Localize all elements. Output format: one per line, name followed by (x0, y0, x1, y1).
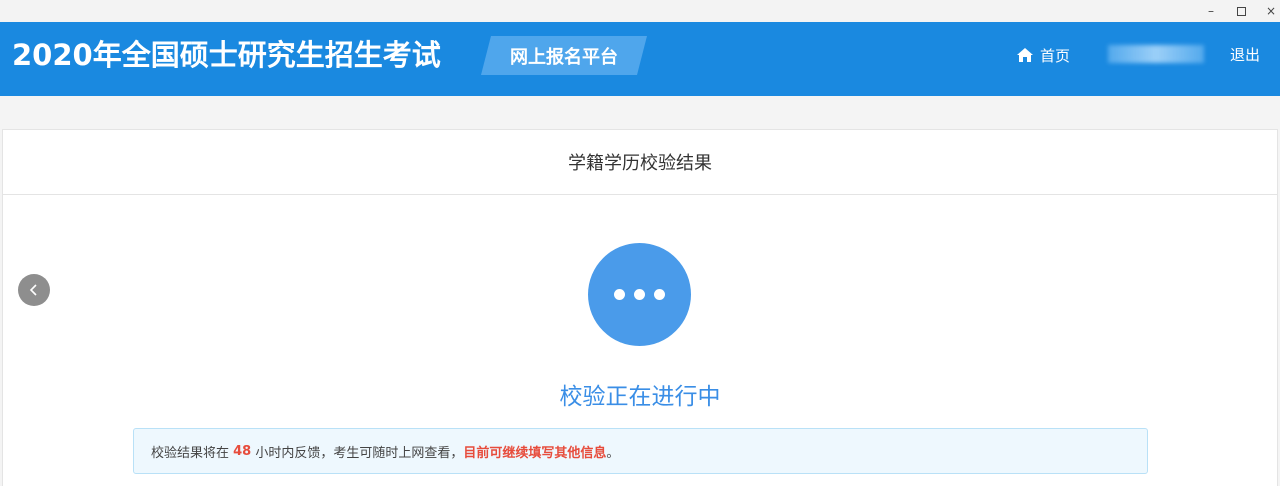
chevron-left-icon (29, 284, 37, 296)
platform-tag: 网上报名平台 (481, 36, 647, 75)
notice-text-before: 校验结果将在 (151, 445, 234, 461)
close-button[interactable]: × (1256, 0, 1280, 22)
maximize-button[interactable] (1226, 0, 1256, 22)
notice-box: 校验结果将在 48 小时内反馈，考生可随时上网查看， 目前可继续填写其他信息 。 (133, 428, 1148, 474)
user-name-redacted (1108, 45, 1204, 63)
notice-text-end: 。 (606, 445, 620, 461)
close-icon: × (1265, 4, 1277, 18)
panel-title: 学籍学历校验结果 (3, 130, 1277, 195)
header-bar: 2020年全国硕士研究生招生考试 网上报名平台 首页 退出 (0, 22, 1280, 96)
logout-link[interactable]: 退出 (1230, 44, 1260, 66)
status-text: 校验正在进行中 (559, 384, 721, 410)
home-link[interactable]: 首页 (1016, 44, 1070, 66)
back-button[interactable] (18, 274, 50, 306)
window-titlebar: – × (0, 0, 1280, 22)
maximize-icon (1236, 6, 1246, 16)
platform-tag-label: 网上报名平台 (510, 46, 618, 68)
minimize-button[interactable]: – (1196, 0, 1226, 22)
home-link-label: 首页 (1040, 46, 1071, 65)
notice-highlight: 目前可继续填写其他信息 (463, 445, 607, 461)
home-icon (1017, 48, 1033, 62)
minimize-icon: – (1208, 4, 1214, 18)
result-panel: 学籍学历校验结果 校验正在进行中 校验结果将在 48 小时内反馈，考生可随时上网… (2, 129, 1278, 486)
notice-text-middle: 小时内反馈，考生可随时上网查看， (251, 445, 464, 461)
ellipsis-icon (588, 243, 691, 346)
page-title: 2020年全国硕士研究生招生考试 (12, 38, 441, 72)
notice-hours: 48 (233, 443, 252, 459)
